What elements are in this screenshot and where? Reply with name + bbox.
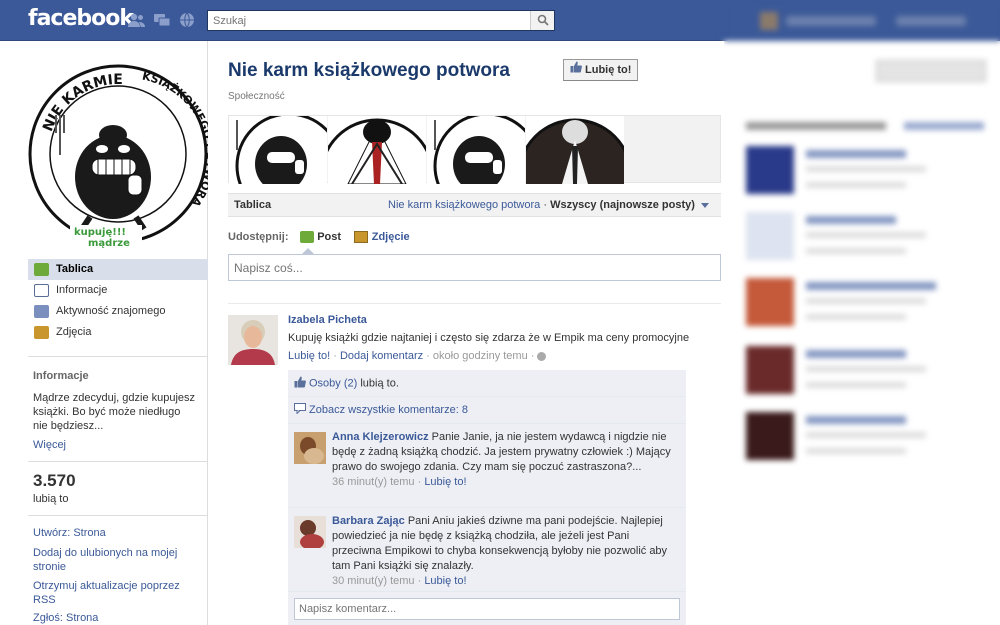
blurred-top-bar — [724, 0, 1000, 41]
view-all-comments[interactable]: Zobacz wszystkie komentarze: 8 — [288, 397, 686, 424]
search-box — [207, 10, 555, 31]
rss-link[interactable]: Otrzymuj aktualizacje poprzez RSS — [33, 579, 183, 607]
likes-label: lubią to — [33, 493, 69, 505]
likes-suffix: lubią to. — [357, 377, 399, 390]
search-input[interactable] — [208, 11, 528, 30]
separator: · — [330, 350, 340, 362]
commenter-avatar[interactable] — [294, 432, 326, 464]
comment-meta: 30 minut(y) temu · Lubię to! — [332, 574, 680, 589]
sidebar-item-photos[interactable]: Zdjęcia — [28, 322, 208, 343]
commenter-name[interactable]: Barbara Zając — [332, 515, 405, 527]
divider — [28, 356, 208, 357]
likes-count: 3.570 — [33, 471, 76, 490]
wall-icon — [34, 263, 49, 276]
view-all-comments-link[interactable]: Zobacz wszystkie komentarze: 8 — [309, 404, 468, 416]
separator: · — [527, 350, 538, 362]
likes-summary: Osoby (2) lubią to. — [288, 370, 686, 397]
sidebar-item-friend-activity[interactable]: Aktywność znajomego — [28, 301, 208, 322]
main-content: Nie karm książkowego potwora Lubię to! S… — [208, 41, 724, 625]
facebook-logo[interactable]: facebook — [28, 6, 134, 31]
sidebar-item-label: Informacje — [56, 284, 108, 296]
comment-meta: 36 minut(y) temu · Lubię to! — [332, 475, 680, 490]
comment-icon — [294, 403, 306, 417]
photo-icon — [354, 230, 369, 243]
thumbs-up-icon — [570, 60, 582, 80]
svg-text:kupuję!!!: kupuję!!! — [74, 227, 126, 238]
comment: Anna Klejzerowicz Panie Janie, ja nie je… — [288, 424, 686, 508]
share-label: Udostępnij: — [228, 231, 289, 243]
blurred-right-column — [724, 0, 1000, 625]
separator: · — [423, 350, 433, 362]
comment: Barbara Zając Pani Aniu jakieś dziwne ma… — [288, 508, 686, 592]
post-icon — [299, 230, 314, 243]
sidebar-item-label: Zdjęcia — [56, 326, 92, 338]
divider — [28, 461, 208, 462]
commenter-name[interactable]: Anna Klejzerowicz — [332, 431, 429, 443]
svg-text:mądrze: mądrze — [88, 238, 130, 249]
page-profile-picture[interactable]: NIE KARMIE KSIĄŻKOWEGO POTWORA kupuję!!!… — [28, 57, 217, 251]
page-category: Społeczność — [228, 91, 285, 102]
info-icon — [34, 284, 49, 297]
friends-activity-icon — [34, 305, 49, 318]
feedback-panel: Osoby (2) lubią to. Zobacz wszystkie kom… — [288, 370, 686, 625]
wall-post: Izabela Picheta Kupuję książki gdzie naj… — [228, 303, 721, 625]
commenter-avatar[interactable] — [294, 516, 326, 548]
photo-strip — [228, 115, 721, 184]
likers-link[interactable]: Osoby (2) — [309, 377, 357, 389]
notifications-icon[interactable] — [178, 12, 196, 28]
filter-all-dropdown[interactable]: Wszyscy (najnowsze posty) — [550, 199, 695, 211]
share-post-label: Post — [317, 231, 342, 243]
globe-icon — [537, 351, 547, 361]
composer-input[interactable] — [228, 254, 721, 281]
photo-thumbnail[interactable] — [328, 116, 426, 184]
post-text: Kupuję książki gdzie najtaniej i często … — [288, 332, 690, 344]
add-to-favorites-link[interactable]: Dodaj do ulubionych na mojej stronie — [33, 546, 183, 574]
wall-filter-bar: Tablica Nie karm książkowego potwora · W… — [228, 193, 721, 217]
share-photo-label: Zdjęcie — [371, 231, 410, 243]
sidebar-item-info[interactable]: Informacje — [28, 280, 208, 301]
photo-thumbnail[interactable] — [427, 116, 525, 184]
info-text: Mądrze zdecyduj, gdzie kupujesz książki.… — [33, 392, 196, 432]
comment-like-link[interactable]: Lubię to! — [424, 476, 466, 488]
messages-icon[interactable] — [153, 12, 171, 28]
comment-timestamp[interactable]: 36 minut(y) temu — [332, 476, 415, 488]
thumbs-up-icon — [294, 376, 306, 391]
separator: · — [540, 199, 551, 211]
share-post-button[interactable]: Post — [299, 229, 342, 243]
sidebar-item-label: Tablica — [56, 263, 94, 275]
share-bar: Udostępnij: Post Zdjęcie — [228, 229, 410, 243]
info-heading: Informacje — [33, 370, 89, 382]
photo-thumbnail[interactable] — [526, 116, 624, 184]
author-avatar[interactable] — [228, 315, 278, 365]
post-like-link[interactable]: Lubię to! — [288, 350, 330, 362]
post-timestamp[interactable]: około godziny temu — [433, 350, 528, 362]
add-comment-link[interactable]: Dodaj komentarz — [340, 350, 423, 362]
page-title: Nie karm książkowego potwora — [228, 60, 510, 81]
separator: · — [414, 476, 425, 488]
photo-thumbnail[interactable] — [229, 116, 327, 184]
comment-timestamp[interactable]: 30 minut(y) temu — [332, 575, 415, 587]
left-column: NIE KARMIE KSIĄŻKOWEGO POTWORA kupuję!!!… — [0, 41, 217, 625]
photos-icon — [34, 326, 49, 339]
create-page-link[interactable]: Utwórz: Strona — [33, 527, 203, 539]
search-icon[interactable] — [530, 11, 554, 30]
comment-input[interactable] — [294, 598, 680, 620]
like-page-button[interactable]: Lubię to! — [563, 59, 639, 81]
separator: · — [414, 575, 425, 587]
sidebar-item-label: Aktywność znajomego — [56, 305, 166, 317]
report-page-link[interactable]: Zgłoś: Strona — [33, 612, 203, 624]
friend-requests-icon[interactable] — [128, 12, 146, 28]
filter-page-link[interactable]: Nie karm książkowego potwora — [388, 199, 540, 211]
post-actions: Lubię to! · Dodaj komentarz · około godz… — [288, 350, 547, 362]
sidebar-item-wall[interactable]: Tablica — [28, 259, 208, 280]
wall-tab-label: Tablica — [234, 199, 272, 211]
post-author[interactable]: Izabela Picheta — [288, 314, 367, 326]
more-link[interactable]: Więcej — [33, 439, 203, 451]
divider — [28, 515, 208, 516]
like-button-label: Lubię to! — [585, 64, 632, 76]
chevron-down-icon[interactable] — [701, 202, 709, 208]
share-photo-button[interactable]: Zdjęcie — [354, 229, 410, 243]
comment-like-link[interactable]: Lubię to! — [424, 575, 466, 587]
